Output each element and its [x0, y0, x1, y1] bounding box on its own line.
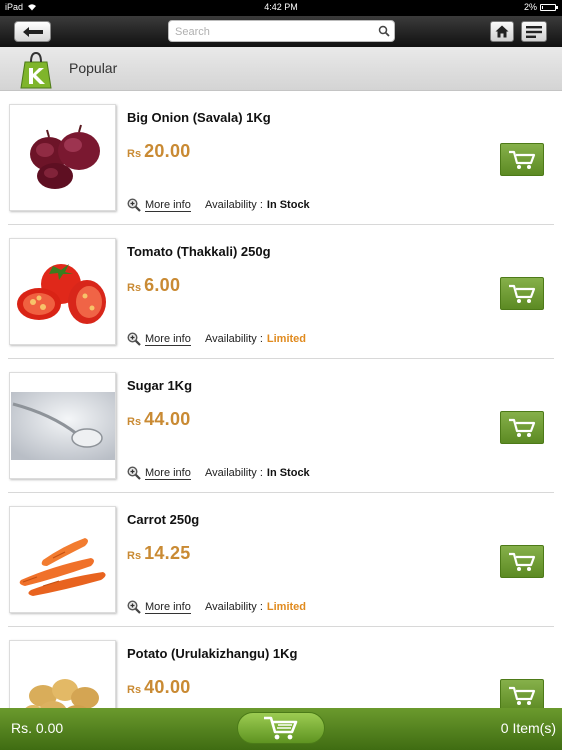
product-row[interactable]: Tomato (Thakkali) 250g Rs 6.00 More info… — [8, 225, 554, 359]
availability-label: Availability : — [205, 333, 263, 345]
add-to-cart-button[interactable] — [500, 679, 544, 708]
currency-label: Rs — [127, 416, 142, 428]
product-image[interactable] — [9, 640, 116, 708]
category-header: Popular — [0, 47, 562, 91]
magnifier-plus-icon — [127, 600, 141, 614]
availability: Availability : In Stock — [205, 467, 310, 479]
more-info-label[interactable]: More info — [145, 333, 191, 346]
price-amount: 20.00 — [144, 141, 191, 161]
tomato-image — [16, 263, 106, 324]
more-info-label[interactable]: More info — [145, 601, 191, 614]
product-image[interactable] — [9, 372, 116, 479]
add-to-cart-button[interactable] — [500, 411, 544, 444]
product-price: Rs 40.00 — [127, 677, 191, 698]
availability-label: Availability : — [205, 199, 263, 211]
product-name[interactable]: Big Onion (Savala) 1Kg — [127, 110, 271, 125]
search-icon[interactable] — [378, 25, 390, 37]
product-price: Rs 20.00 — [127, 141, 191, 162]
price-amount: 6.00 — [144, 275, 181, 295]
menu-lines-icon — [526, 25, 542, 38]
home-button[interactable] — [490, 21, 514, 42]
availability: Availability : Limited — [205, 333, 306, 345]
back-arrow-icon — [22, 26, 43, 37]
back-button[interactable] — [14, 21, 51, 42]
product-name[interactable]: Potato (Urulakizhangu) 1Kg — [127, 646, 297, 661]
product-row[interactable]: Carrot 250g Rs 14.25 More info Availabil… — [8, 493, 554, 627]
menu-button[interactable] — [521, 21, 547, 42]
more-info-label[interactable]: More info — [145, 467, 191, 480]
magnifier-plus-icon — [127, 198, 141, 212]
product-row[interactable]: Big Onion (Savala) 1Kg Rs 20.00 More inf… — [8, 91, 554, 225]
add-to-cart-button[interactable] — [500, 277, 544, 310]
top-navbar — [0, 16, 562, 47]
cart-item-count: 0 Item(s) — [500, 720, 556, 736]
store-bag-logo-icon — [20, 51, 52, 89]
more-info-link[interactable]: More info — [127, 198, 191, 212]
cart-icon — [509, 150, 536, 169]
currency-label: Rs — [127, 684, 142, 696]
product-row[interactable]: Sugar 1Kg Rs 44.00 More info Availabilit… — [8, 359, 554, 493]
clock: 4:42 PM — [264, 2, 298, 12]
availability-label: Availability : — [205, 467, 263, 479]
cart-icon — [509, 418, 536, 437]
more-info-label[interactable]: More info — [145, 199, 191, 212]
stock-status: In Stock — [266, 199, 310, 211]
product-price: Rs 14.25 — [127, 543, 191, 564]
availability-label: Availability : — [205, 601, 263, 613]
potato-image — [24, 678, 99, 708]
cart-footer: Rs. 0.00 0 Item(s) — [0, 708, 562, 750]
search-input[interactable] — [175, 24, 365, 39]
availability: Availability : Limited — [205, 601, 306, 613]
battery-icon — [540, 3, 558, 11]
more-info-link[interactable]: More info — [127, 332, 191, 346]
sugar-image — [10, 391, 115, 460]
view-cart-button[interactable] — [237, 712, 325, 744]
product-name[interactable]: Sugar 1Kg — [127, 378, 192, 393]
cart-icon — [509, 686, 536, 705]
price-amount: 44.00 — [144, 409, 191, 429]
status-bar: iPad 4:42 PM 2% — [0, 0, 562, 16]
app-window: iPad 4:42 PM 2% Popular — [0, 0, 562, 750]
cart-icon — [509, 552, 536, 571]
product-image[interactable] — [9, 506, 116, 613]
stock-status: In Stock — [266, 467, 310, 479]
product-name[interactable]: Carrot 250g — [127, 512, 199, 527]
stock-status: Limited — [266, 601, 307, 613]
cart-icon — [509, 284, 536, 303]
battery-percent: 2% — [523, 2, 537, 12]
cart-total: Rs. 0.00 — [11, 720, 64, 736]
product-name[interactable]: Tomato (Thakkali) 250g — [127, 244, 271, 259]
magnifier-plus-icon — [127, 466, 141, 480]
product-list[interactable]: Big Onion (Savala) 1Kg Rs 20.00 More inf… — [0, 91, 562, 708]
search-box[interactable] — [168, 20, 395, 42]
product-price: Rs 6.00 — [127, 275, 180, 296]
category-title: Popular — [69, 60, 118, 76]
carrot-image — [19, 537, 106, 596]
product-image[interactable] — [9, 238, 116, 345]
price-amount: 40.00 — [144, 677, 191, 697]
price-amount: 14.25 — [144, 543, 191, 563]
home-icon — [495, 25, 509, 38]
more-info-link[interactable]: More info — [127, 600, 191, 614]
product-image[interactable] — [9, 104, 116, 211]
more-info-link[interactable]: More info — [127, 466, 191, 480]
product-price: Rs 44.00 — [127, 409, 191, 430]
magnifier-plus-icon — [127, 332, 141, 346]
currency-label: Rs — [127, 550, 142, 562]
product-row[interactable]: Potato (Urulakizhangu) 1Kg Rs 40.00 — [8, 627, 554, 708]
onion-image — [29, 124, 100, 189]
availability: Availability : In Stock — [205, 199, 310, 211]
currency-label: Rs — [127, 282, 142, 294]
add-to-cart-button[interactable] — [500, 545, 544, 578]
add-to-cart-button[interactable] — [500, 143, 544, 176]
stock-status: Limited — [266, 333, 307, 345]
cart-icon — [264, 716, 298, 740]
currency-label: Rs — [127, 148, 142, 160]
